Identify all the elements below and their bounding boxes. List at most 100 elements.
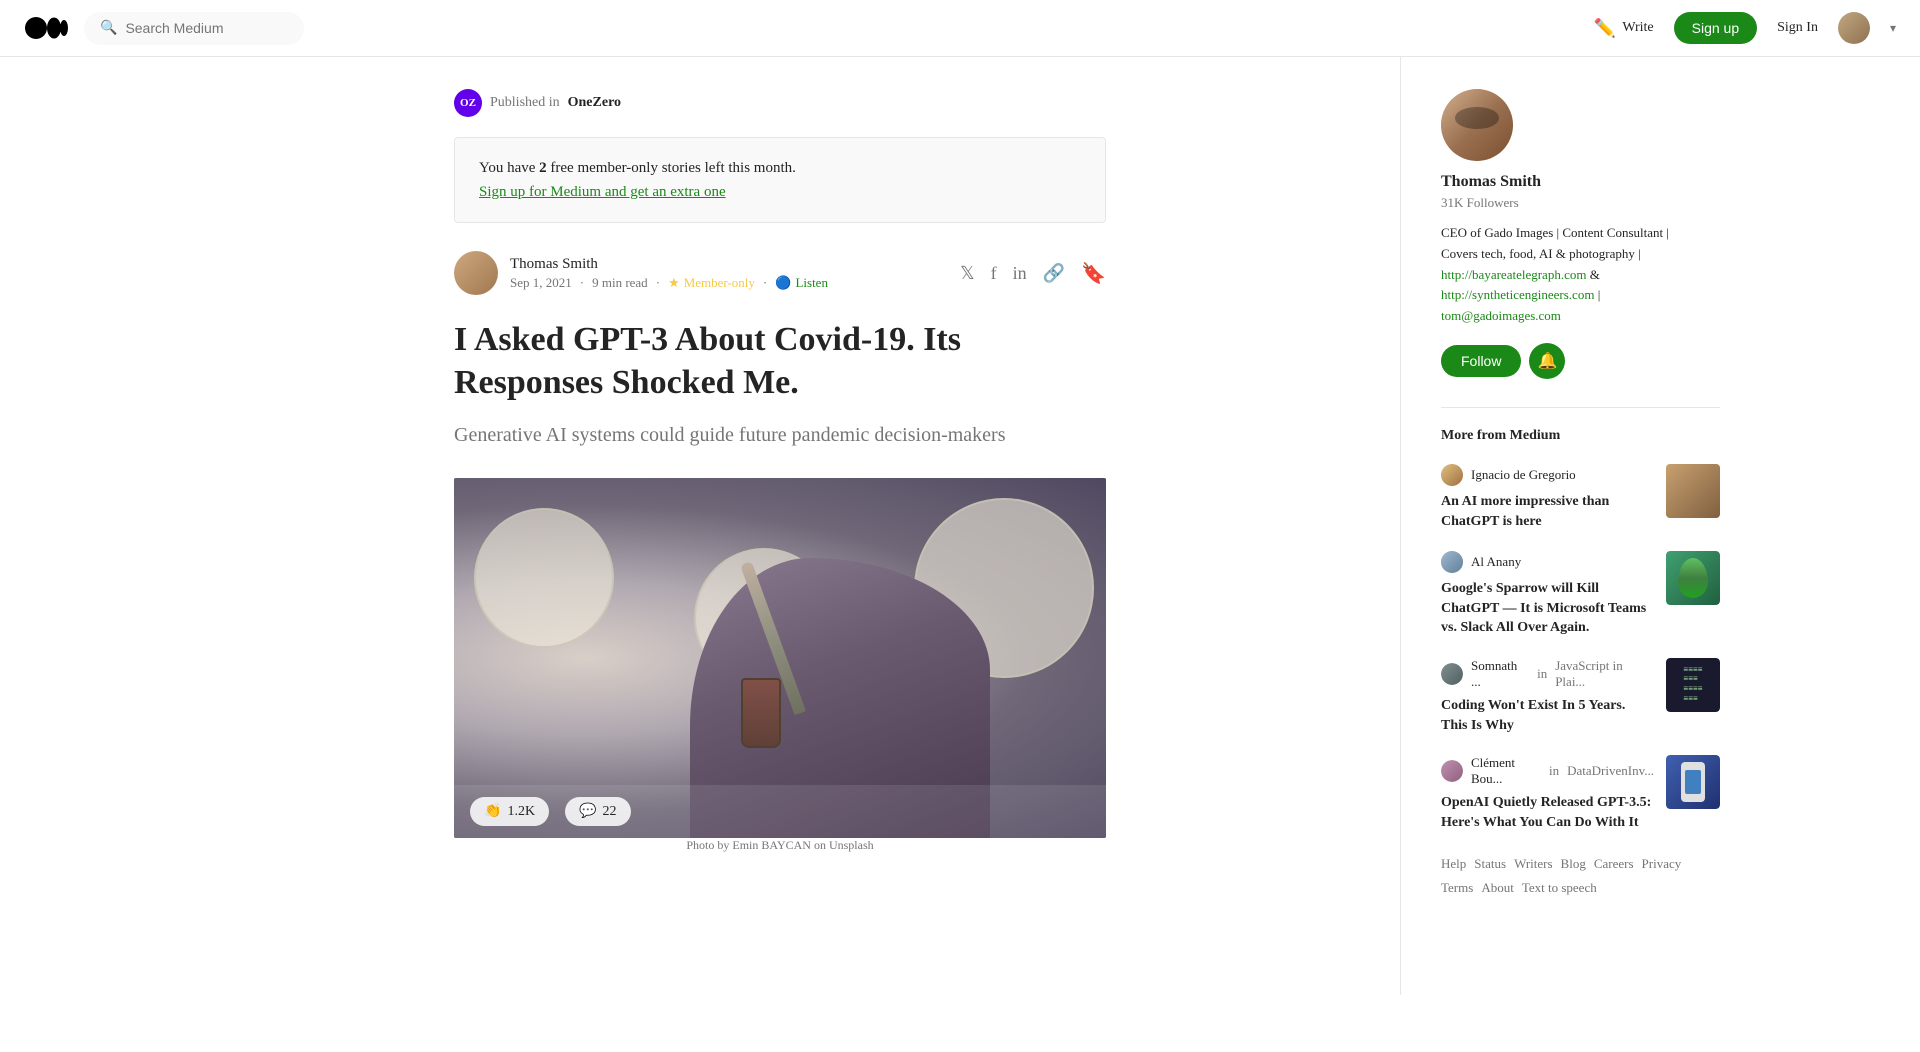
author-meta: Sep 1, 2021 · 9 min read · ★ Member-only… bbox=[510, 275, 828, 291]
footer-link-status[interactable]: Status bbox=[1474, 856, 1506, 872]
more-item-3-pub[interactable]: JavaScript in Plai... bbox=[1555, 658, 1654, 690]
more-item-2-avatar bbox=[1441, 551, 1463, 573]
more-item-4-content: Clément Bou... in DataDrivenInv... OpenA… bbox=[1441, 755, 1654, 832]
footer-link-tts[interactable]: Text to speech bbox=[1522, 880, 1597, 896]
published-in-label: Published in bbox=[490, 95, 560, 111]
image-circle-1 bbox=[474, 508, 614, 648]
published-in-bar: OZ Published in OneZero bbox=[454, 89, 1106, 117]
clap-count: 1.2K bbox=[507, 804, 535, 820]
banner-suffix: free member-only stories left this month… bbox=[547, 160, 796, 176]
write-icon: ✏️ bbox=[1594, 18, 1616, 39]
pub-initials: OZ bbox=[460, 97, 476, 109]
signin-link[interactable]: Sign In bbox=[1777, 20, 1818, 36]
image-caption: Photo by Emin BAYCAN on Unsplash bbox=[454, 838, 1106, 853]
facebook-share-icon[interactable]: f bbox=[991, 263, 997, 284]
write-button[interactable]: ✏️ Write bbox=[1594, 18, 1654, 39]
footer-link-privacy[interactable]: Privacy bbox=[1642, 856, 1682, 872]
more-item-4: Clément Bou... in DataDrivenInv... OpenA… bbox=[1441, 755, 1720, 832]
search-bar[interactable]: 🔍 bbox=[84, 12, 304, 45]
signup-button[interactable]: Sign up bbox=[1674, 12, 1757, 44]
avatar-chevron-icon[interactable]: ▾ bbox=[1890, 21, 1896, 36]
comment-icon: 💬 bbox=[579, 803, 596, 820]
banner-prefix: You have bbox=[479, 160, 539, 176]
footer-link-about[interactable]: About bbox=[1481, 880, 1514, 896]
link-share-icon[interactable]: 🔗 bbox=[1043, 263, 1065, 284]
footer-link-blog[interactable]: Blog bbox=[1561, 856, 1586, 872]
comment-count: 22 bbox=[603, 804, 617, 820]
more-item-2: Al Anany Google's Sparrow will Kill Chat… bbox=[1441, 551, 1720, 638]
more-item-3-title[interactable]: Coding Won't Exist In 5 Years. This Is W… bbox=[1441, 696, 1654, 735]
sidebar-author-bio: CEO of Gado Images | Content Consultant … bbox=[1441, 223, 1720, 327]
more-item-1: Ignacio de Gregorio An AI more impressiv… bbox=[1441, 464, 1720, 531]
search-input[interactable] bbox=[125, 20, 285, 36]
article-subtitle: Generative AI systems could guide future… bbox=[454, 420, 1106, 450]
banner-count: 2 bbox=[539, 160, 547, 176]
user-avatar[interactable] bbox=[1838, 12, 1870, 44]
article-action-bar: 👏 1.2K 💬 22 bbox=[454, 785, 1106, 838]
article-author-avatar[interactable] bbox=[454, 251, 498, 295]
publication-name[interactable]: OneZero bbox=[568, 95, 621, 111]
star-icon: ★ bbox=[668, 275, 680, 291]
article-date: Sep 1, 2021 bbox=[510, 275, 572, 291]
publication-logo[interactable]: OZ bbox=[454, 89, 482, 117]
member-banner: You have 2 free member-only stories left… bbox=[454, 137, 1106, 223]
footer-link-help[interactable]: Help bbox=[1441, 856, 1466, 872]
more-from-medium-title: More from Medium bbox=[1441, 407, 1720, 444]
more-item-2-author-row: Al Anany bbox=[1441, 551, 1654, 573]
play-icon: 🔵 bbox=[775, 275, 791, 291]
dot-separator2: · bbox=[656, 275, 660, 291]
author-info: Thomas Smith Sep 1, 2021 · 9 min read · … bbox=[454, 251, 828, 295]
listen-button[interactable]: 🔵 Listen bbox=[775, 275, 828, 291]
member-signup-link[interactable]: Sign up for Medium and get an extra one bbox=[479, 184, 726, 200]
notify-button[interactable]: 🔔 bbox=[1529, 343, 1565, 379]
header: 🔍 ✏️ Write Sign up Sign In ▾ bbox=[0, 0, 1920, 57]
more-item-3-content: Somnath ... in JavaScript in Plai... Cod… bbox=[1441, 658, 1654, 735]
article-area: OZ Published in OneZero You have 2 free … bbox=[430, 57, 1130, 995]
more-item-1-author-row: Ignacio de Gregorio bbox=[1441, 464, 1654, 486]
header-left: 🔍 bbox=[24, 12, 304, 45]
more-item-3-author-row: Somnath ... in JavaScript in Plai... bbox=[1441, 658, 1654, 690]
logo[interactable] bbox=[24, 14, 68, 42]
follow-button[interactable]: Follow bbox=[1441, 345, 1521, 377]
sidebar-author-name[interactable]: Thomas Smith bbox=[1441, 173, 1720, 191]
bio-line2: Covers tech, food, AI & photography | bbox=[1441, 246, 1641, 261]
bio-link3[interactable]: tom@gadoimages.com bbox=[1441, 308, 1561, 323]
comment-button[interactable]: 💬 22 bbox=[565, 797, 630, 826]
more-item-3-thumbnail: ≡≡≡≡≡≡≡≡≡≡≡≡≡≡ bbox=[1666, 658, 1720, 712]
image-vial bbox=[741, 678, 781, 748]
more-item-1-author[interactable]: Ignacio de Gregorio bbox=[1471, 467, 1576, 483]
more-item-2-title[interactable]: Google's Sparrow will Kill ChatGPT — It … bbox=[1441, 579, 1654, 638]
bio-separator: | bbox=[1598, 287, 1601, 302]
bio-link1[interactable]: http://bayareatelegraph.com bbox=[1441, 267, 1586, 282]
clap-button[interactable]: 👏 1.2K bbox=[470, 797, 549, 826]
more-item-2-thumbnail bbox=[1666, 551, 1720, 605]
article-title: I Asked GPT-3 About Covid-19. Its Respon… bbox=[454, 319, 1106, 404]
article-read-time: 9 min read bbox=[592, 275, 648, 291]
dot-separator3: · bbox=[763, 275, 767, 291]
more-item-4-title[interactable]: OpenAI Quietly Released GPT-3.5: Here's … bbox=[1441, 793, 1654, 832]
footer-link-terms[interactable]: Terms bbox=[1441, 880, 1473, 896]
article-author-name[interactable]: Thomas Smith bbox=[510, 256, 828, 273]
more-item-2-author[interactable]: Al Anany bbox=[1471, 554, 1521, 570]
linkedin-share-icon[interactable]: in bbox=[1013, 263, 1027, 284]
bio-link2[interactable]: http://syntheticengineers.com bbox=[1441, 287, 1594, 302]
write-label: Write bbox=[1622, 20, 1653, 36]
more-item-1-thumbnail bbox=[1666, 464, 1720, 518]
more-item-1-title[interactable]: An AI more impressive than ChatGPT is he… bbox=[1441, 492, 1654, 531]
more-item-4-thumbnail bbox=[1666, 755, 1720, 809]
footer-link-careers[interactable]: Careers bbox=[1594, 856, 1634, 872]
sidebar: Thomas Smith 31K Followers CEO of Gado I… bbox=[1400, 57, 1760, 995]
more-item-2-content: Al Anany Google's Sparrow will Kill Chat… bbox=[1441, 551, 1654, 638]
footer-link-writers[interactable]: Writers bbox=[1514, 856, 1552, 872]
more-item-4-author[interactable]: Clément Bou... bbox=[1471, 755, 1541, 787]
search-icon: 🔍 bbox=[100, 20, 117, 37]
dot-separator: · bbox=[580, 275, 584, 291]
more-item-3-author[interactable]: Somnath ... bbox=[1471, 658, 1529, 690]
more-item-1-content: Ignacio de Gregorio An AI more impressiv… bbox=[1441, 464, 1654, 531]
more-item-1-avatar bbox=[1441, 464, 1463, 486]
bookmark-icon[interactable]: 🔖 bbox=[1081, 261, 1106, 286]
more-item-4-pub[interactable]: DataDrivenInv... bbox=[1567, 763, 1654, 779]
more-item-3: Somnath ... in JavaScript in Plai... Cod… bbox=[1441, 658, 1720, 735]
twitter-share-icon[interactable]: 𝕏 bbox=[960, 263, 975, 284]
sidebar-author-avatar[interactable] bbox=[1441, 89, 1513, 161]
